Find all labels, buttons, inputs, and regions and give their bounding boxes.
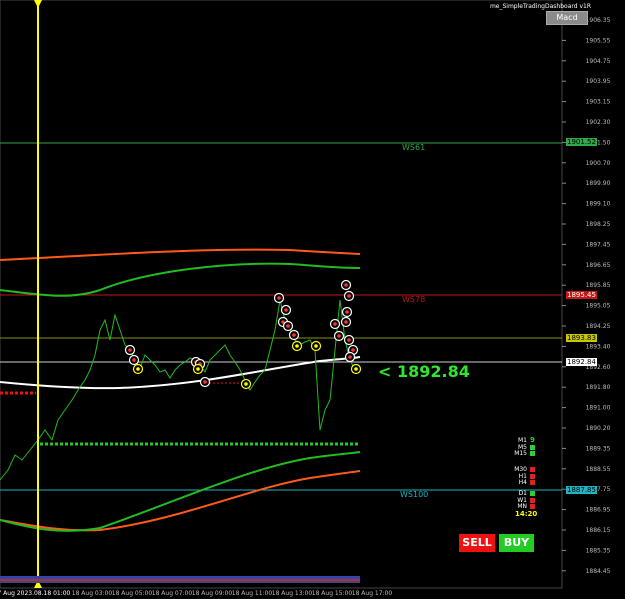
lower-band-green: [0, 451, 361, 532]
volume-strip-red: [0, 579, 360, 581]
signal-marker-dot: [347, 338, 351, 342]
time-axis-label: 18 Aug 11:00: [232, 590, 273, 597]
ws100-price-tag: 1887.85: [566, 486, 597, 494]
price-axis-label: 1891.00: [586, 405, 611, 412]
signal-marker-dot: [344, 283, 348, 287]
time-axis-label: 18 Aug 13:00: [272, 590, 313, 597]
price-axis-label: 1904.75: [586, 58, 611, 65]
time-axis-label: 18 Aug 05:00: [112, 590, 153, 597]
price-axis-label: 1898.25: [586, 221, 611, 228]
signal-marker-dot: [337, 334, 341, 338]
volume-strip-blue: [0, 576, 360, 579]
volume-strip-dark: [0, 581, 360, 583]
price-axis-label: 1899.10: [586, 201, 611, 208]
price-axis-label: 1894.25: [586, 323, 611, 330]
signal-marker-dot: [345, 310, 349, 314]
price-axis-label: 1903.15: [586, 99, 611, 106]
signal-marker-dot: [333, 322, 337, 326]
price-axis-label: 1889.35: [586, 445, 611, 452]
signal-marker-dot: [136, 367, 140, 371]
signal-marker-dot: [344, 320, 348, 324]
signal-marker-dot: [348, 355, 352, 359]
price-axis-label: 1884.45: [586, 568, 611, 575]
macd-button[interactable]: Macd: [546, 11, 588, 25]
upper-band-green: [0, 262, 361, 297]
price-axis-label: 1905.55: [586, 37, 611, 44]
timeframe-label: M15: [514, 450, 527, 457]
cursor-top-marker: [34, 0, 42, 8]
timeframe-status-box: [530, 504, 535, 509]
signal-marker-dot: [354, 367, 358, 371]
signal-marker-dot: [244, 382, 248, 386]
timeframe-status-box: [530, 497, 535, 503]
signal-marker-dot: [132, 358, 136, 362]
dashboard-clock: 14:20: [515, 510, 538, 518]
price-axis-label: 1900.70: [586, 160, 611, 167]
ws100-label: WS100: [400, 490, 429, 499]
time-axis-label: 18 Aug 07:00: [152, 590, 193, 597]
timeframe-status-box: [530, 491, 535, 496]
price-axis-label: 1888.55: [586, 466, 611, 473]
signal-marker-dot: [347, 294, 351, 298]
timeframe-status-box: 9: [530, 436, 535, 444]
ws78-label: WS78: [402, 295, 426, 304]
signal-marker-dot: [277, 296, 281, 300]
signal-marker-dot: [286, 324, 290, 328]
price-axis-label: 1899.90: [586, 180, 611, 187]
price-axis-label: 1902.30: [586, 119, 611, 126]
price-axis-label: 1886.95: [586, 507, 611, 514]
upper-band-orange: [0, 248, 361, 261]
lower-band-orange: [0, 470, 361, 532]
current-price-readout: < 1892.84: [378, 362, 470, 381]
price-axis-label: 1895.85: [586, 282, 611, 289]
timeframe-status-box: [530, 480, 535, 485]
timeframe-status-box: [530, 451, 535, 456]
timeframe-status-box: [530, 467, 535, 472]
signal-markers: [124, 279, 362, 390]
time-axis-label: 18 Aug 17:00: [352, 590, 393, 597]
timeframe-label: H4: [518, 479, 527, 486]
signal-marker-dot: [314, 344, 318, 348]
time-axis-label: 17 Aug 2023.08.18 01:00: [0, 590, 71, 597]
time-axis-label: 18 Aug 15:00: [312, 590, 353, 597]
signal-marker-dot: [292, 333, 296, 337]
sell-button[interactable]: SELL: [459, 534, 495, 552]
price-axis-label: 1896.65: [586, 262, 611, 269]
timeframe-status-box: [530, 473, 535, 479]
ws78-price-tag: 1895.45: [566, 291, 597, 299]
signal-marker-dot: [203, 380, 207, 384]
price-axis-label: 1893.40: [586, 343, 611, 350]
indicator-name: me_SimpleTradingDashboard v1R: [489, 3, 591, 10]
price-axis-label: 1885.35: [586, 547, 611, 554]
ws61-label: WS61: [402, 143, 426, 152]
signal-marker-dot: [295, 344, 299, 348]
time-axis-label: 18 Aug 03:00: [72, 590, 113, 597]
price-axis-label: 1891.80: [586, 384, 611, 391]
price-axis-label: 1897.45: [586, 241, 611, 248]
price-axis-label: 1886.15: [586, 527, 611, 534]
yellow-price-tag: 1893.83: [566, 334, 597, 342]
price-axis-label: 1890.20: [586, 425, 611, 432]
timeframe-status-box: [530, 444, 535, 450]
signal-marker-dot: [351, 348, 355, 352]
timeframe-label: MN: [517, 503, 527, 510]
ws61-price-tag: 1901.52: [566, 138, 597, 146]
time-axis-label: 18 Aug 09:00: [192, 590, 233, 597]
price-line: [0, 299, 361, 481]
price-axis-label: 1895.05: [586, 303, 611, 310]
time-axis: 17 Aug 2023.08.18 01:00 18 Aug 03:00 18 Au…: [0, 590, 392, 597]
bid-price-tag: 1892.84: [566, 358, 597, 366]
price-axis-label: 1903.95: [586, 78, 611, 85]
buy-button[interactable]: BUY: [499, 534, 534, 552]
price-axis-label: 1906.35: [586, 17, 611, 24]
signal-marker-dot: [128, 348, 132, 352]
signal-marker-dot: [196, 367, 200, 371]
signal-marker-dot: [284, 308, 288, 312]
